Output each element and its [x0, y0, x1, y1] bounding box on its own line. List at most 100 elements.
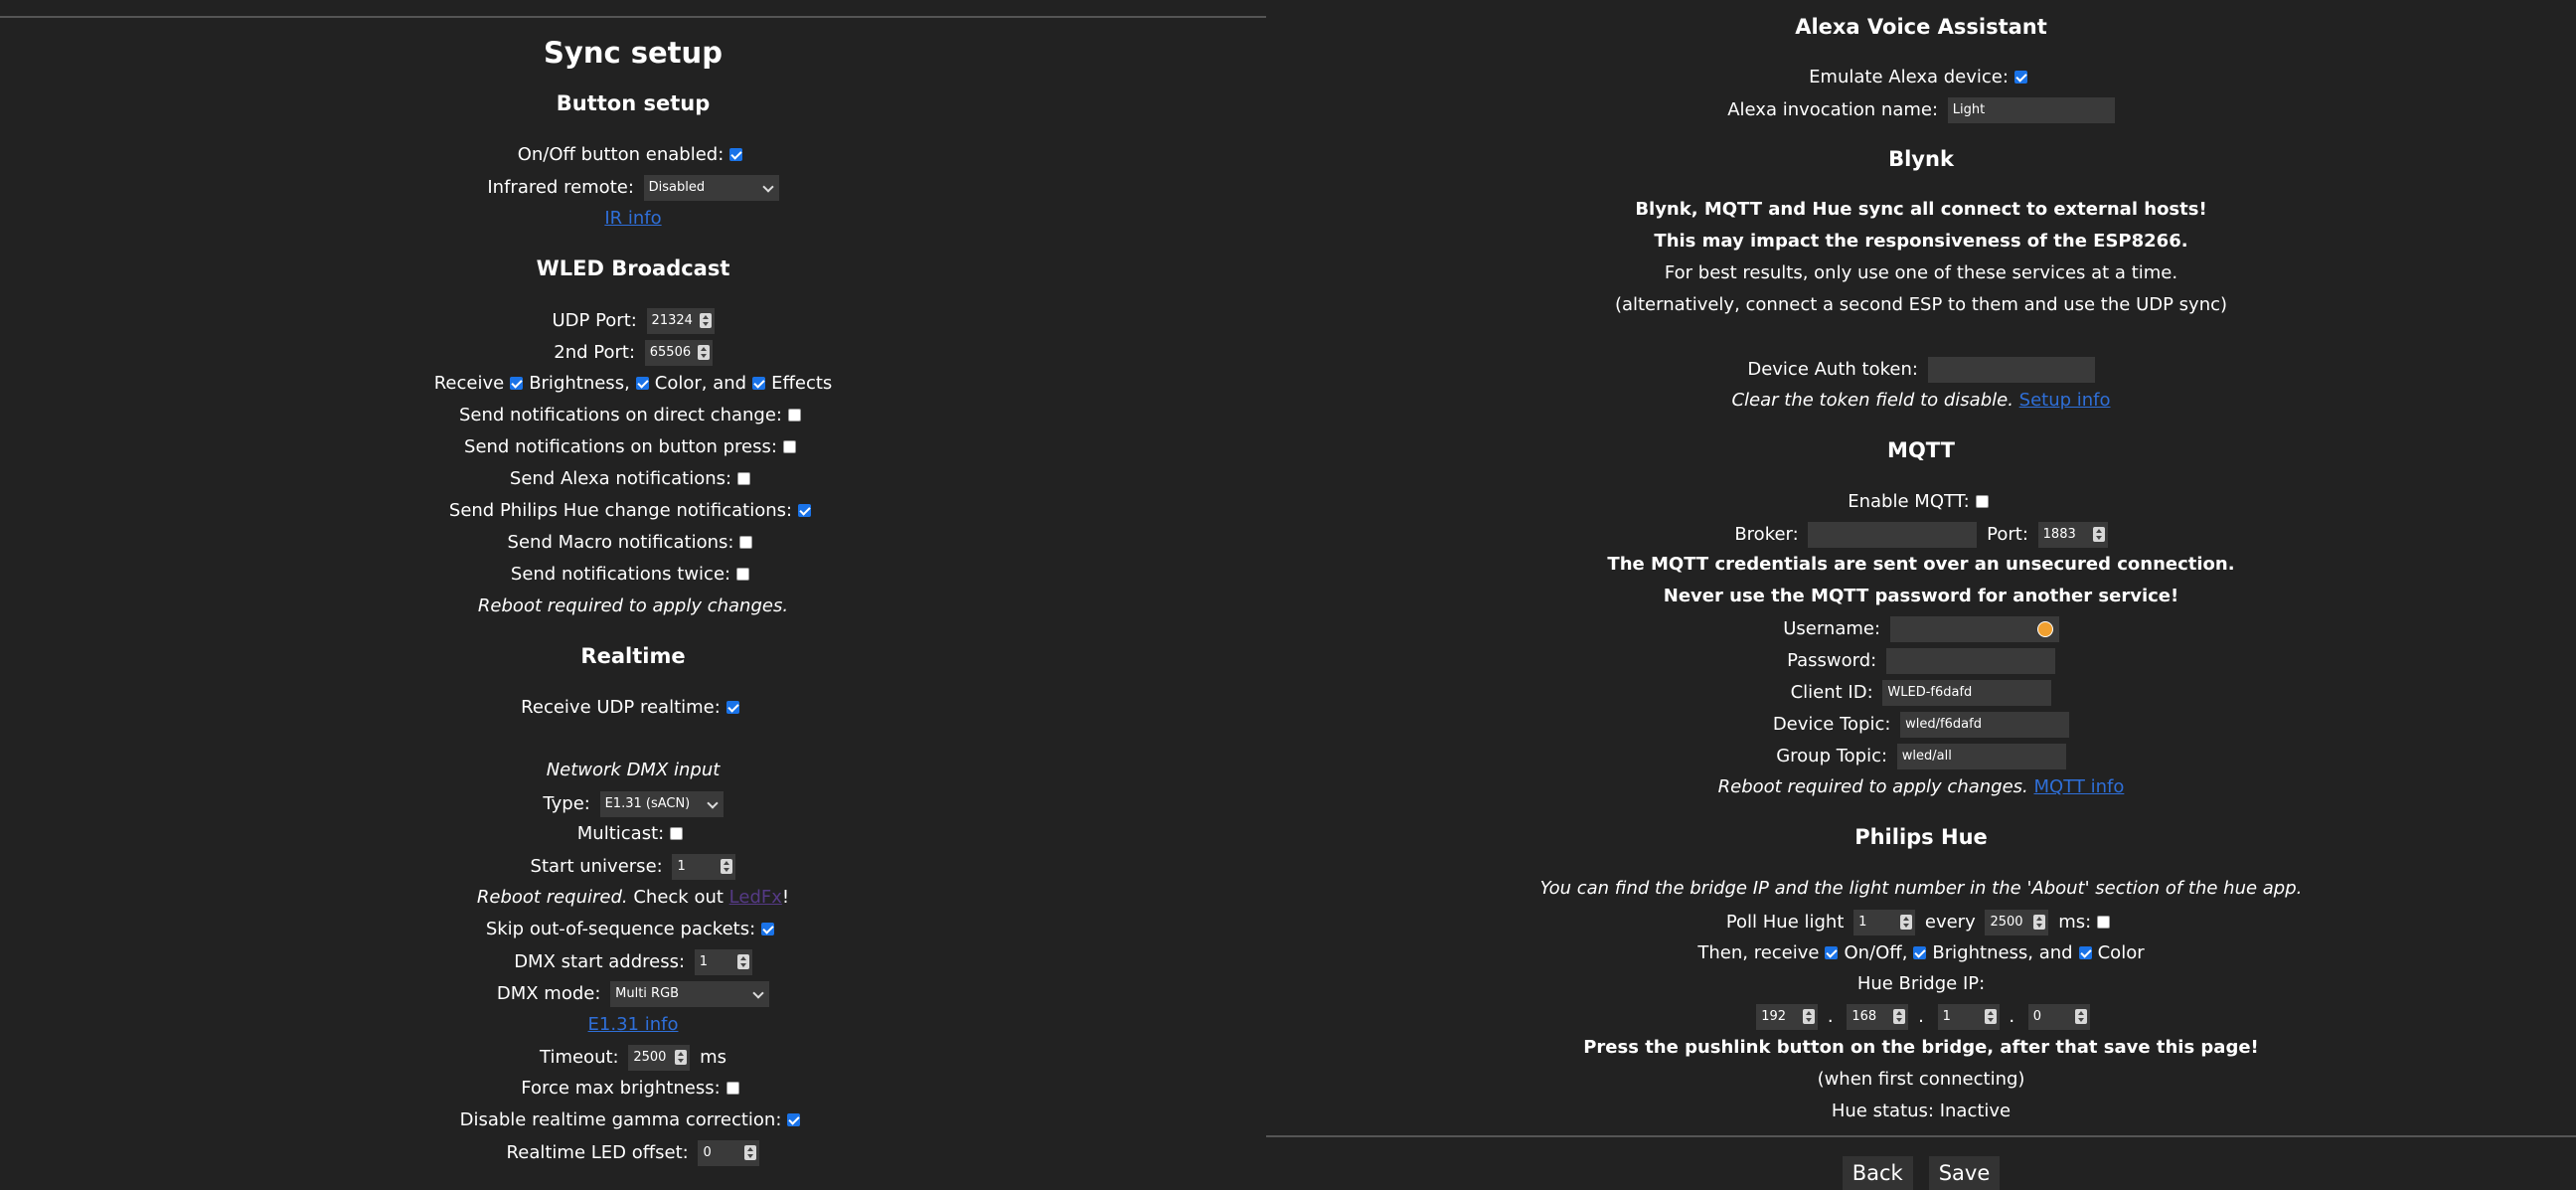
spinner-icon[interactable]: [699, 313, 712, 328]
force-max-checkbox[interactable]: [725, 1081, 739, 1095]
skip-packets-label: Skip out-of-sequence packets:: [485, 919, 756, 939]
ip-dot: .: [2009, 1006, 2015, 1027]
spinner-icon[interactable]: [1900, 915, 1913, 930]
multicast-label: Multicast:: [576, 823, 665, 844]
poll-hue-checkbox[interactable]: [2097, 915, 2111, 929]
every-label: every: [1924, 912, 1976, 933]
hue-onoff-label: On/Off,: [1844, 942, 1908, 963]
timeout-value: 2500: [633, 1050, 667, 1065]
blynk-heading: Blynk: [1888, 147, 1954, 171]
back-button[interactable]: Back: [1842, 1156, 1913, 1190]
enable-mqtt-checkbox[interactable]: [1975, 494, 1989, 508]
ip-octet-3-input[interactable]: 1: [1937, 1004, 2000, 1030]
onoff-button-checkbox[interactable]: [729, 147, 743, 161]
check-out-text: Check out: [627, 887, 729, 908]
token-input[interactable]: [1927, 357, 2095, 383]
ip-octet-4-input[interactable]: 0: [2027, 1004, 2090, 1030]
hue-interval-input[interactable]: 2500: [1985, 910, 2049, 935]
hue-light-value: 1: [1858, 915, 1867, 930]
skip-packets-checkbox[interactable]: [761, 922, 775, 935]
setup-info-link[interactable]: Setup info: [2019, 390, 2111, 411]
notif-alexa-label: Send Alexa notifications:: [509, 468, 732, 489]
notif-button-row: Send notifications on button press:: [0, 435, 1266, 459]
ip-dot: .: [1827, 1006, 1834, 1027]
notif-alexa-checkbox[interactable]: [737, 471, 751, 485]
notif-button-checkbox[interactable]: [782, 439, 796, 453]
notif-hue-checkbox[interactable]: [798, 503, 812, 517]
notif-macro-checkbox[interactable]: [739, 535, 753, 549]
notif-direct-checkbox[interactable]: [788, 408, 801, 422]
invocation-input[interactable]: Light: [1947, 97, 2115, 123]
notif-alexa-row: Send Alexa notifications:: [0, 467, 1266, 491]
start-universe-input[interactable]: 1: [672, 854, 736, 880]
ip-octet-2-input[interactable]: 168: [1847, 1004, 1909, 1030]
led-offset-input[interactable]: 0: [698, 1140, 760, 1166]
spinner-icon[interactable]: [1984, 1009, 1997, 1024]
ir-remote-select[interactable]: Disabled: [643, 175, 779, 201]
group-topic-input[interactable]: wled/all: [1896, 744, 2066, 769]
bridge-ip-row: 192 . 168 . 1 . 0: [1266, 1004, 2576, 1030]
timeout-unit: ms: [700, 1047, 726, 1068]
spinner-icon[interactable]: [2033, 915, 2046, 930]
hue-light-input[interactable]: 1: [1853, 910, 1916, 935]
dmx-mode-select[interactable]: Multi RGB: [610, 981, 770, 1007]
username-input[interactable]: [1889, 616, 2059, 642]
ledfx-link[interactable]: LedFx: [729, 887, 782, 908]
receive-udp-checkbox[interactable]: [725, 700, 739, 714]
port2-input[interactable]: 65506: [644, 340, 713, 366]
spinner-icon[interactable]: [697, 345, 710, 360]
spinner-icon[interactable]: [736, 954, 749, 969]
ip-octet-1-input[interactable]: 192: [1756, 1004, 1819, 1030]
udp-port-row: UDP Port: 21324: [0, 308, 1266, 334]
receive-udp-label: Receive UDP realtime:: [521, 697, 721, 718]
spinner-icon[interactable]: [2074, 1009, 2087, 1024]
spinner-icon[interactable]: [721, 859, 733, 874]
hue-color-checkbox[interactable]: [2078, 945, 2092, 959]
spinner-icon[interactable]: [1893, 1009, 1906, 1024]
spinner-icon[interactable]: [675, 1050, 688, 1065]
e131-info-link[interactable]: E1.31 info: [588, 1014, 679, 1035]
dmx-type-value: E1.31 (sACN): [604, 796, 691, 811]
receive-effects-checkbox[interactable]: [752, 376, 766, 390]
emulate-alexa-checkbox[interactable]: [2013, 70, 2027, 84]
udp-port-label: UDP Port:: [552, 310, 637, 331]
device-topic-row: Device Topic: wled/f6dafd: [1266, 712, 2576, 738]
led-offset-row: Realtime LED offset: 0: [0, 1140, 1266, 1166]
start-universe-row: Start universe: 1: [0, 854, 1266, 880]
notif-twice-checkbox[interactable]: [736, 567, 750, 581]
hue-brightness-label: Brightness, and: [1932, 942, 2073, 963]
mqtt-info-link[interactable]: MQTT info: [2034, 776, 2125, 797]
top-divider: [0, 16, 1266, 18]
ir-info-link[interactable]: IR info: [604, 208, 661, 229]
dmx-start-input[interactable]: 1: [694, 949, 752, 975]
device-topic-input[interactable]: wled/f6dafd: [1900, 712, 2070, 738]
pushlink-note: Press the pushlink button on the bridge,…: [1583, 1037, 2259, 1058]
hue-brightness-checkbox[interactable]: [1913, 945, 1927, 959]
receive-brightness-checkbox[interactable]: [510, 376, 524, 390]
broadcast-reboot-note: Reboot required to apply changes.: [477, 595, 789, 616]
dmx-reboot-row: Reboot required. Check out LedFx!: [0, 886, 1266, 910]
hue-onoff-checkbox[interactable]: [1825, 945, 1839, 959]
spinner-icon[interactable]: [744, 1145, 757, 1160]
client-id-input[interactable]: WLED-f6dafd: [1882, 680, 2052, 706]
enable-mqtt-row: Enable MQTT:: [1266, 490, 2576, 514]
spinner-icon[interactable]: [1803, 1009, 1816, 1024]
ip-octet-1-value: 192: [1761, 1009, 1787, 1024]
receive-color-checkbox[interactable]: [635, 376, 649, 390]
password-manager-icon[interactable]: [2036, 621, 2053, 637]
save-button[interactable]: Save: [1928, 1156, 2001, 1190]
udp-port-input[interactable]: 21324: [646, 308, 715, 334]
multicast-checkbox[interactable]: [670, 826, 684, 840]
password-row: Password:: [1266, 648, 2576, 674]
timeout-input[interactable]: 2500: [628, 1045, 691, 1071]
dmx-type-label: Type:: [543, 793, 590, 814]
dmx-type-select[interactable]: E1.31 (sACN): [599, 791, 724, 817]
password-input[interactable]: [1885, 648, 2055, 674]
spinner-icon[interactable]: [2092, 527, 2105, 542]
ip-dot: .: [1918, 1006, 1924, 1027]
dmx-mode-label: DMX mode:: [496, 983, 601, 1004]
receive-udp-row: Receive UDP realtime:: [0, 696, 1266, 720]
mqtt-port-input[interactable]: 1883: [2037, 522, 2108, 548]
gamma-checkbox[interactable]: [787, 1112, 801, 1126]
broker-input[interactable]: [1808, 522, 1978, 548]
